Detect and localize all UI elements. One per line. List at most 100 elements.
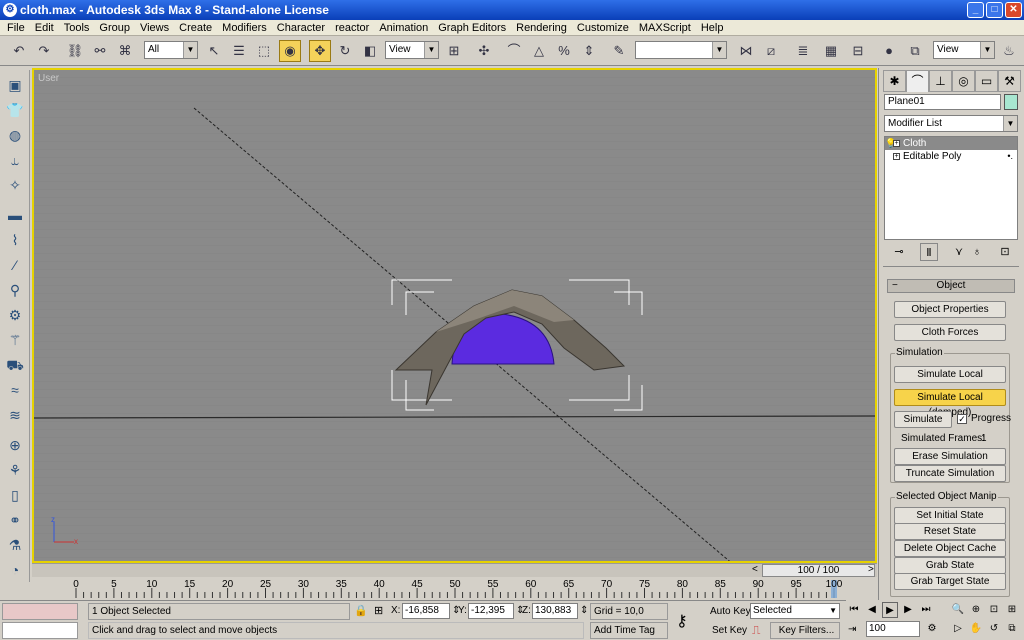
named-selection-combo[interactable]: ▼ [635, 41, 727, 59]
manipulate-icon[interactable]: ✣ [473, 40, 495, 62]
rollout-area[interactable]: − Object Object Properties Cloth Forces … [883, 266, 1019, 598]
close-button[interactable]: ✕ [1005, 2, 1022, 18]
go-to-start-icon[interactable]: ⏮ [846, 602, 862, 618]
menu-animation[interactable]: Animation [374, 20, 433, 36]
grab-target-state-button[interactable]: Grab Target State [894, 573, 1006, 590]
absolute-mode-icon[interactable]: ⊞ [374, 604, 383, 617]
minimize-button[interactable]: _ [967, 2, 984, 18]
set-initial-state-button[interactable]: Set Initial State [894, 507, 1006, 524]
cloth-collection-icon[interactable]: 👕 [4, 99, 26, 121]
add-time-tag-button[interactable]: Add Time Tag [590, 622, 668, 639]
render-scene-icon[interactable]: ⧉ [904, 40, 926, 62]
rope-collection-icon[interactable]: ⥿ [4, 149, 26, 171]
menu-reactor[interactable]: reactor [330, 20, 374, 36]
menu-rendering[interactable]: Rendering [511, 20, 572, 36]
preview-animation-icon[interactable]: ◔ [4, 559, 26, 581]
time-slider-track[interactable]: 100 / 100 < > [32, 563, 877, 577]
rigid-body-collection-icon[interactable]: ▣ [4, 74, 26, 96]
rectangular-selection-icon[interactable]: ⬚ [253, 40, 275, 62]
spring-icon[interactable]: ⌇ [4, 229, 26, 251]
object-properties-button[interactable]: Object Properties [894, 301, 1006, 318]
point-to-point-icon[interactable]: ⚭ [4, 509, 26, 531]
zoom-icon[interactable]: 🔍 [950, 602, 966, 618]
menu-modifiers[interactable]: Modifiers [217, 20, 272, 36]
spinner-snap-icon[interactable]: ⇕ [578, 40, 600, 62]
angular-dashpot-icon[interactable]: ⚲ [4, 279, 26, 301]
x-coord-field[interactable]: -16,858 [402, 603, 450, 619]
progress-checkbox[interactable]: ✓ [957, 414, 967, 424]
hierarchy-tab-icon[interactable]: ⊥ [929, 70, 952, 92]
menu-views[interactable]: Views [135, 20, 174, 36]
maximize-button[interactable]: □ [986, 2, 1003, 18]
zoom-extents-icon[interactable]: ⊡ [986, 602, 1002, 618]
select-and-scale-icon[interactable]: ◧ [359, 40, 381, 62]
set-key-button[interactable]: Set Key [712, 625, 747, 636]
key-mode-combo[interactable]: Selected ▼ [750, 603, 840, 619]
modifier-list-combo[interactable]: Modifier List ▼ [884, 115, 1018, 132]
plane-icon[interactable]: ▬ [4, 204, 26, 226]
percent-snap-icon[interactable]: % [553, 40, 575, 62]
configure-sets-icon[interactable]: ⊡ [996, 243, 1014, 261]
select-by-name-icon[interactable]: ☰ [228, 40, 250, 62]
simulate-button[interactable]: Simulate [894, 411, 952, 428]
selection-filter-combo[interactable]: All ▼ [144, 41, 198, 59]
z-spinner-icon[interactable]: ⇕ [580, 605, 588, 616]
simulate-local-damped-button[interactable]: Simulate Local (damped) [894, 389, 1006, 418]
time-slider-prev[interactable]: < [752, 564, 758, 575]
cloth-forces-button[interactable]: Cloth Forces [894, 324, 1006, 341]
deforming-mesh-icon[interactable]: ✧ [4, 174, 26, 196]
maxscript-input-mini[interactable] [2, 622, 78, 639]
schematic-view-icon[interactable]: ⊟ [847, 40, 869, 62]
viewport-combo[interactable]: View ▼ [933, 41, 995, 59]
grab-state-button[interactable]: Grab State [894, 557, 1006, 574]
object-rollout-header[interactable]: − Object [887, 279, 1015, 293]
object-color-swatch[interactable] [1004, 94, 1018, 110]
menu-help[interactable]: Help [696, 20, 729, 36]
utilities-tab-icon[interactable]: ⚒ [998, 70, 1021, 92]
pin-stack-icon[interactable]: ⊸ [890, 243, 908, 261]
menu-tools[interactable]: Tools [59, 20, 95, 36]
menu-create[interactable]: Create [174, 20, 217, 36]
fracture-icon[interactable]: ≈ [4, 379, 26, 401]
edit-named-selection-icon[interactable]: ✎ [608, 40, 630, 62]
pan-icon[interactable]: ✋ [968, 621, 984, 637]
key-filters-button[interactable]: Key Filters... [770, 622, 840, 639]
object-name-field[interactable]: Plane01 [884, 94, 1001, 110]
display-tab-icon[interactable]: ▭ [975, 70, 998, 92]
expand-icon[interactable]: + [893, 140, 900, 147]
zoom-all-icon[interactable]: ⊕ [968, 602, 984, 618]
remove-modifier-icon[interactable]: ♁ [968, 243, 986, 261]
key-mode-toggle-icon[interactable]: ⎍ [752, 623, 760, 638]
maxscript-listener-mini[interactable] [2, 603, 78, 620]
arc-rotate-icon[interactable]: ↺ [986, 621, 1002, 637]
time-slider-next[interactable]: > [868, 564, 874, 575]
go-to-end-icon[interactable]: ⏭ [918, 602, 934, 618]
reference-coordinate-combo[interactable]: View ▼ [385, 41, 439, 59]
time-slider[interactable]: 100 / 100 [762, 564, 875, 577]
snap-toggle-icon[interactable]: ⌒ [503, 40, 525, 62]
show-end-result-icon[interactable]: Ⅱ [920, 243, 938, 261]
wind-icon[interactable]: ⚚ [4, 329, 26, 351]
motor-icon[interactable]: ⚙ [4, 304, 26, 326]
hinge-icon[interactable]: ▯ [4, 484, 26, 506]
make-unique-icon[interactable]: ⋎ [950, 243, 968, 261]
select-and-link-icon[interactable]: ⛓ [64, 40, 86, 62]
layer-manager-icon[interactable]: ≣ [792, 40, 814, 62]
current-frame-field[interactable]: 100 [866, 621, 920, 637]
time-configuration-icon[interactable]: ⚙ [924, 621, 940, 637]
rag-doll-icon[interactable]: ⚘ [4, 459, 26, 481]
modifier-stack[interactable]: 💡 + Cloth + Editable Poly •. [884, 136, 1018, 240]
motion-tab-icon[interactable]: ◎ [952, 70, 975, 92]
expand-icon[interactable]: + [893, 153, 900, 160]
constraint-solver-icon[interactable]: ⊕ [4, 434, 26, 456]
truncate-simulation-button[interactable]: Truncate Simulation [894, 465, 1006, 482]
key-mode-icon[interactable]: ⇥ [848, 624, 856, 635]
redo-icon[interactable]: ↷ [33, 40, 55, 62]
track-bar[interactable]: 0 5 10 15 20 25 30 35 40 45 50 55 60 65 70 75 80 85 90 95 10… [32, 578, 877, 600]
maximize-viewport-icon[interactable]: ⧉ [1004, 621, 1020, 637]
simulate-local-button[interactable]: Simulate Local [894, 366, 1006, 383]
bind-space-warp-icon[interactable]: ⌘ [114, 40, 136, 62]
align-icon[interactable]: ⧄ [760, 40, 782, 62]
stack-item-editable-poly[interactable]: + Editable Poly •. [885, 150, 1017, 163]
lock-selection-icon[interactable]: 🔒 [354, 604, 368, 617]
